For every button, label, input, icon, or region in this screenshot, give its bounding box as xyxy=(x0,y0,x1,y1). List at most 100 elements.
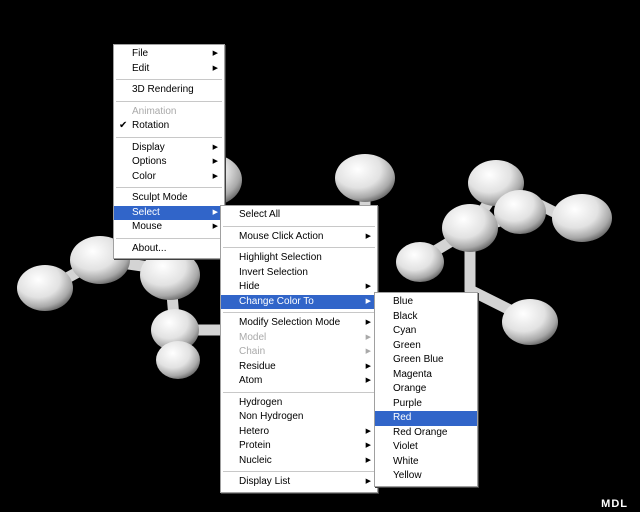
select-menu-item-hide[interactable]: Hide ▶ xyxy=(221,280,377,295)
menu-item-label: Select xyxy=(132,206,160,218)
menu-item-label: Edit xyxy=(132,62,150,74)
menu-separator xyxy=(223,471,375,472)
color-menu-item-green-blue[interactable]: Green Blue xyxy=(375,353,477,368)
menu-item-label: Green xyxy=(393,339,421,351)
select-menu-item-protein[interactable]: Protein ▶ xyxy=(221,439,377,454)
menu-item-label: Color xyxy=(132,170,156,182)
select-menu-item-mouse-click-action[interactable]: Mouse Click Action ▶ xyxy=(221,230,377,245)
menu-item-label: Modify Selection Mode xyxy=(239,317,341,328)
atom xyxy=(335,154,395,202)
select-menu-item-model: Model ▶ xyxy=(221,331,377,346)
menu-item-label: Animation xyxy=(132,105,177,117)
menu-separator xyxy=(116,187,222,188)
submenu-arrow-icon: ▶ xyxy=(212,208,218,216)
color-menu-item-orange[interactable]: Orange xyxy=(375,382,477,397)
menu-separator xyxy=(223,312,375,313)
select-menu-item-select-all[interactable]: Select All xyxy=(221,208,377,223)
main-menu-item-3d-rendering[interactable]: 3D Rendering xyxy=(114,83,224,98)
menu-separator xyxy=(116,136,222,138)
select-menu-item-hydrogen[interactable]: Hydrogen xyxy=(221,396,377,411)
main-menu-item-animation: Animation xyxy=(114,105,224,120)
main-menu-item-rotation[interactable]: ✔ Rotation xyxy=(114,119,224,134)
select-menu-item-residue[interactable]: Residue ▶ xyxy=(221,360,377,375)
submenu-arrow-icon: ▶ xyxy=(365,232,371,240)
menu-item-label: Mouse Click Action xyxy=(239,230,324,242)
color-menu-item-white[interactable]: White xyxy=(375,455,477,470)
select-menu-item-change-color-to[interactable]: Change Color To ▶ xyxy=(221,294,377,309)
menu-item-label: Non Hydrogen xyxy=(239,411,304,422)
menu-item-label: Residue xyxy=(239,360,276,372)
brand-logo-text: MDL xyxy=(601,498,628,510)
select-menu-item-modify-selection-mode[interactable]: Modify Selection Mode ▶ xyxy=(221,316,377,331)
select-menu-item-display-list[interactable]: Display List ▶ xyxy=(221,475,377,490)
color-menu-item-purple[interactable]: Purple xyxy=(375,397,477,412)
menu-item-label: Display xyxy=(132,141,165,153)
menu-item-label: Highlight Selection xyxy=(239,252,322,263)
menu-item-label: Change Color To xyxy=(239,295,314,307)
menu-separator xyxy=(223,247,375,248)
submenu-arrow-icon: ▶ xyxy=(212,143,218,151)
main-menu-item-options[interactable]: Options ▶ xyxy=(114,155,224,170)
color-menu-item-violet[interactable]: Violet xyxy=(375,440,477,455)
atom xyxy=(494,190,546,234)
main-menu-item-about[interactable]: About... xyxy=(114,242,224,257)
menu-item-label: Atom xyxy=(239,375,263,386)
menu-item-label: Display List xyxy=(239,476,291,487)
select-menu-item-atom[interactable]: Atom ▶ xyxy=(221,374,377,389)
atom xyxy=(396,242,444,282)
select-submenu: Select All Mouse Click Action ▶ Highlight S… xyxy=(220,205,378,493)
menu-item-label: Select All xyxy=(239,209,281,220)
submenu-arrow-icon: ▶ xyxy=(212,64,218,72)
menu-separator xyxy=(116,100,222,102)
color-menu-item-cyan[interactable]: Cyan xyxy=(375,324,477,339)
color-menu-item-magenta[interactable]: Magenta xyxy=(375,368,477,383)
submenu-arrow-icon: ▶ xyxy=(365,283,371,290)
color-menu-item-black[interactable]: Black xyxy=(375,310,477,325)
atom xyxy=(552,194,612,242)
select-menu-item-hetero[interactable]: Hetero ▶ xyxy=(221,425,377,440)
menu-item-label: Black xyxy=(393,310,418,322)
main-menu-item-edit[interactable]: Edit ▶ xyxy=(114,62,224,77)
menu-item-label: Sculpt Mode xyxy=(132,192,188,203)
submenu-arrow-icon: ▶ xyxy=(365,297,371,305)
main-menu-item-sculpt-mode[interactable]: Sculpt Mode xyxy=(114,191,224,206)
submenu-arrow-icon: ▶ xyxy=(365,333,371,341)
select-menu-item-nucleic[interactable]: Nucleic ▶ xyxy=(221,454,377,469)
main-menu-item-select[interactable]: Select ▶ xyxy=(114,205,224,220)
menu-item-label: Protein xyxy=(239,440,271,451)
submenu-arrow-icon: ▶ xyxy=(212,50,218,57)
menu-item-label: Green Blue xyxy=(393,354,444,365)
submenu-arrow-icon: ▶ xyxy=(365,456,371,464)
menu-item-label: Invert Selection xyxy=(239,266,308,278)
submenu-arrow-icon: ▶ xyxy=(365,442,371,449)
main-menu-item-file[interactable]: File ▶ xyxy=(114,47,224,62)
atom xyxy=(17,265,73,311)
menu-item-label: Hetero xyxy=(239,425,270,437)
color-menu-item-yellow[interactable]: Yellow xyxy=(375,469,477,484)
submenu-arrow-icon: ▶ xyxy=(365,362,371,370)
main-menu-item-color[interactable]: Color ▶ xyxy=(114,170,224,185)
select-menu-item-highlight-selection[interactable]: Highlight Selection xyxy=(221,251,377,266)
color-menu-item-blue[interactable]: Blue xyxy=(375,295,477,310)
atom xyxy=(442,204,498,252)
menu-item-label: Mouse xyxy=(132,221,163,232)
menu-item-label: Blue xyxy=(393,296,414,307)
menu-separator xyxy=(223,391,375,393)
menu-item-label: Nucleic xyxy=(239,454,272,466)
submenu-arrow-icon: ▶ xyxy=(365,427,371,435)
color-menu-item-red-orange[interactable]: Red Orange xyxy=(375,426,477,441)
main-context-menu: File ▶ Edit ▶ 3D Rendering Animation ✔ Rotation… xyxy=(113,44,225,259)
menu-item-label: Red xyxy=(393,412,412,423)
select-menu-item-non-hydrogen[interactable]: Non Hydrogen xyxy=(221,410,377,425)
main-menu-item-mouse[interactable]: Mouse ▶ xyxy=(114,220,224,235)
menu-item-label: Rotation xyxy=(132,120,170,131)
submenu-arrow-icon: ▶ xyxy=(365,348,371,355)
menu-item-label: Cyan xyxy=(393,325,417,336)
main-menu-item-display[interactable]: Display ▶ xyxy=(114,141,224,156)
select-menu-item-invert-selection[interactable]: Invert Selection xyxy=(221,266,377,281)
color-menu-item-green[interactable]: Green xyxy=(375,339,477,354)
menu-separator xyxy=(116,237,222,239)
color-menu-item-red[interactable]: Red xyxy=(375,411,477,426)
submenu-arrow-icon: ▶ xyxy=(212,223,218,230)
menu-item-label: Violet xyxy=(393,441,418,452)
